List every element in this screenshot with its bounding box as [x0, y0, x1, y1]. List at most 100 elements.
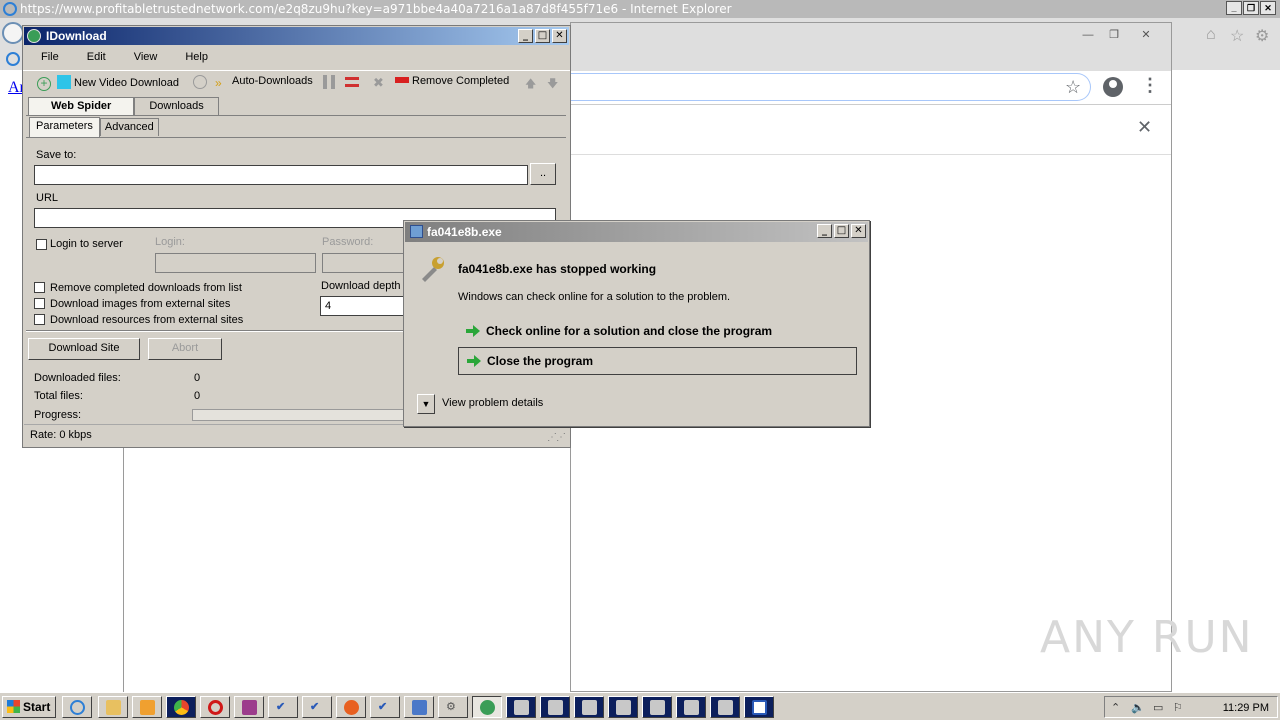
remove-completed-checkbox[interactable]: [34, 282, 45, 293]
taskbar-dialog[interactable]: [744, 696, 774, 718]
tab-web-spider[interactable]: Web Spider: [28, 97, 135, 115]
chrome-omnibox[interactable]: [569, 73, 1091, 101]
login-to-server-checkbox[interactable]: [36, 239, 47, 250]
save-to-field[interactable]: [34, 165, 528, 185]
taskbar-app-5[interactable]: [404, 696, 434, 718]
ie-close-button[interactable]: ✕: [1260, 1, 1276, 15]
remove-completed-button[interactable]: Remove Completed: [395, 75, 509, 87]
taskbar-window-7[interactable]: [710, 696, 740, 718]
tab-downloads[interactable]: Downloads: [134, 97, 219, 115]
taskbar-idownload[interactable]: [472, 696, 502, 718]
chrome-minimize-button[interactable]: —: [1075, 27, 1101, 43]
view-details-label[interactable]: View problem details: [442, 397, 543, 409]
dialog-window-icon: [752, 700, 767, 715]
taskbar-media[interactable]: [132, 696, 162, 718]
taskbar-window-1[interactable]: [506, 696, 536, 718]
tab-advanced[interactable]: Advanced: [99, 118, 159, 136]
taskbar-winrar[interactable]: [234, 696, 264, 718]
menu-file[interactable]: File: [23, 46, 69, 68]
taskbar-app-1[interactable]: ✔: [268, 696, 298, 718]
favorites-star-icon[interactable]: ☆: [1230, 26, 1244, 46]
sub-tabs: Parameters Advanced: [29, 117, 159, 137]
idownload-titlebar[interactable]: IDownload _ □ ✕: [24, 27, 569, 45]
monitor-icon: [412, 700, 427, 715]
chrome-close-button[interactable]: ✕: [1133, 27, 1159, 43]
app-check-icon: ✔: [378, 701, 388, 713]
dialog-titlebar[interactable]: fa041e8b.exe _ □ ✕: [405, 222, 868, 242]
show-hidden-icons-icon[interactable]: ⌃: [1111, 701, 1120, 714]
star-icon[interactable]: ☆: [1065, 77, 1081, 98]
move-down-icon[interactable]: 🡇: [547, 75, 558, 94]
taskbar-window-2[interactable]: [540, 696, 570, 718]
menu-view[interactable]: View: [116, 46, 168, 68]
expand-details-button[interactable]: ▼: [417, 394, 435, 414]
taskbar-window-3[interactable]: [574, 696, 604, 718]
taskbar-opera[interactable]: [200, 696, 230, 718]
network-icon[interactable]: ▭: [1153, 701, 1163, 714]
resize-grip-icon[interactable]: ⋰⋰: [547, 432, 566, 443]
remove-icon[interactable]: ✖: [373, 75, 390, 90]
add-download-icon[interactable]: +: [37, 75, 54, 91]
menu-help[interactable]: Help: [167, 46, 218, 68]
account-icon[interactable]: [1103, 77, 1123, 97]
progress-bar: [192, 409, 412, 421]
download-resources-checkbox[interactable]: [34, 314, 45, 325]
clock[interactable]: 11:29 PM: [1223, 702, 1269, 714]
taskbar-explorer[interactable]: [98, 696, 128, 718]
ie-restore-button[interactable]: ❐: [1243, 1, 1259, 15]
chrome-restore-button[interactable]: ❐: [1101, 27, 1127, 43]
dialog-minimize-button[interactable]: _: [817, 224, 832, 238]
ie-back-button[interactable]: [2, 22, 24, 44]
new-video-download-button[interactable]: New Video Download: [57, 75, 179, 89]
idownload-statusbar: Rate: 0 kbps ⋰⋰: [24, 424, 569, 446]
window-icon: [616, 700, 631, 715]
taskbar-app-6[interactable]: ⚙: [438, 696, 468, 718]
play-icon[interactable]: [193, 75, 210, 89]
pause-icon[interactable]: [323, 75, 338, 89]
tools-gear-icon[interactable]: ⚙: [1255, 26, 1269, 46]
app-check-icon: ✔: [310, 701, 320, 713]
login-field[interactable]: [155, 253, 316, 273]
idownload-minimize-button[interactable]: _: [518, 29, 533, 43]
download-depth-field[interactable]: 4: [320, 296, 404, 316]
taskbar-app-3[interactable]: [336, 696, 366, 718]
taskbar-window-5[interactable]: [642, 696, 672, 718]
check-online-option[interactable]: Check online for a solution and close th…: [458, 318, 857, 346]
ie-favbar-icon[interactable]: [6, 52, 20, 66]
taskbar-app-2[interactable]: ✔: [302, 696, 332, 718]
move-up-icon[interactable]: 🡅: [525, 75, 536, 94]
app-check-icon: ✔: [276, 701, 286, 713]
browse-button[interactable]: ..: [530, 163, 556, 185]
abort-button[interactable]: Abort: [148, 338, 222, 360]
taskbar: Start ✔ ✔ ✔ ⚙ ⌃ 🔈 ▭ ⚐ 11:29 PM: [0, 692, 1280, 720]
auto-downloads-button[interactable]: » Auto-Downloads: [215, 75, 313, 90]
ie-titlebar[interactable]: https://www.profitabletrustednetwork.com…: [0, 0, 1280, 18]
watermark: ANY RUN: [1040, 612, 1254, 663]
download-images-checkbox[interactable]: [34, 298, 45, 309]
schedule-icon[interactable]: [345, 75, 362, 87]
idownload-close-button[interactable]: ✕: [552, 29, 567, 43]
dialog-maximize-button[interactable]: □: [834, 224, 849, 238]
chrome-titlebar[interactable]: — ❐ ✕: [571, 23, 1171, 71]
dialog-close-button[interactable]: ✕: [851, 224, 866, 238]
taskbar-chrome[interactable]: [166, 696, 196, 718]
tab-parameters[interactable]: Parameters: [29, 117, 100, 137]
menu-edit[interactable]: Edit: [69, 46, 116, 68]
home-icon[interactable]: ⌂: [1206, 26, 1216, 44]
close-program-option[interactable]: Close the program: [458, 347, 857, 375]
taskbar-window-6[interactable]: [676, 696, 706, 718]
ie-minimize-button[interactable]: _: [1226, 1, 1242, 15]
action-center-flag-icon[interactable]: ⚐: [1173, 701, 1183, 714]
volume-icon[interactable]: 🔈: [1131, 701, 1145, 714]
password-field[interactable]: [322, 253, 406, 273]
taskbar-ie[interactable]: [62, 696, 92, 718]
green-arrow-icon: [466, 325, 480, 337]
more-vert-icon[interactable]: ⋮: [1141, 75, 1159, 96]
idownload-maximize-button[interactable]: □: [535, 29, 550, 43]
taskbar-app-4[interactable]: ✔: [370, 696, 400, 718]
idownload-title: IDownload: [46, 29, 107, 43]
infobar-close-icon[interactable]: ✕: [1137, 117, 1152, 138]
download-site-button[interactable]: Download Site: [28, 338, 140, 360]
taskbar-window-4[interactable]: [608, 696, 638, 718]
start-button[interactable]: Start: [2, 696, 56, 718]
